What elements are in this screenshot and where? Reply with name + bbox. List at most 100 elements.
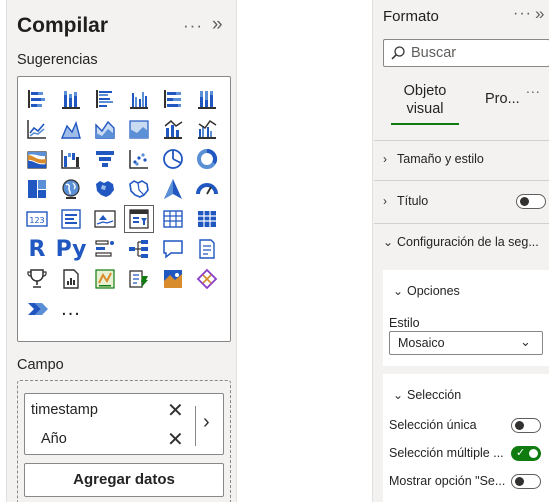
stacked-bar-chart-icon[interactable] [22, 85, 52, 113]
line-and-clustered-column-chart-icon[interactable] [192, 115, 222, 143]
chevron-down-icon: ⌄ [383, 235, 394, 249]
selection-header[interactable]: ⌄ Selección [393, 388, 461, 402]
multi-selection-label: Selección múltiple ... [389, 446, 504, 460]
double-chevron-right-icon[interactable]: » [535, 4, 544, 24]
section-title[interactable]: › Título [383, 194, 428, 208]
paginated-report-icon[interactable] [56, 265, 86, 293]
tabs-more-icon[interactable]: ... [526, 80, 541, 96]
smart-narrative-icon[interactable] [192, 235, 222, 263]
style-label: Estilo [389, 316, 420, 330]
qa-icon[interactable] [158, 235, 188, 263]
section-slicer-settings-label: Configuración de la seg... [397, 235, 539, 249]
double-chevron-right-icon[interactable]: » [212, 14, 223, 36]
chevron-right-icon: › [383, 194, 387, 208]
show-select-all-toggle[interactable] [511, 474, 541, 489]
chevron-right-icon[interactable]: › [203, 411, 210, 434]
diamond-icon[interactable] [192, 265, 222, 293]
slicer-icon[interactable] [124, 205, 154, 233]
tab-properties[interactable]: Pro... [485, 91, 520, 107]
suggestions-label: Sugerencias [17, 52, 98, 68]
100-stacked-column-chart-icon[interactable] [192, 85, 222, 113]
area-chart-icon[interactable] [56, 115, 86, 143]
add-data-button[interactable]: Agregar datos [24, 463, 224, 497]
100-stacked-area-chart-icon[interactable] [124, 115, 154, 143]
filled-map-icon[interactable] [90, 175, 120, 203]
field-item-year[interactable]: Año ✕ [25, 425, 195, 453]
section-slicer-settings[interactable]: ⌄ Configuración de la seg... [383, 235, 539, 249]
shape-map-icon[interactable] [124, 175, 154, 203]
field-well-label: Campo [17, 357, 64, 373]
chevron-down-icon: ⌄ [393, 284, 404, 298]
more-visuals-icon[interactable]: ... [56, 295, 86, 323]
waterfall-chart-icon[interactable] [56, 145, 86, 173]
style-dropdown[interactable]: Mosaico ⌄ [389, 331, 543, 355]
python-visual-icon[interactable]: Py [56, 235, 87, 263]
section-size-style[interactable]: › Tamaño y estilo [383, 152, 484, 166]
divider [374, 180, 549, 181]
azure-map-icon[interactable] [158, 175, 188, 203]
field-name: Año [41, 431, 67, 447]
options-header[interactable]: ⌄ Opciones [393, 284, 460, 298]
table-icon[interactable] [158, 205, 188, 233]
field-name: timestamp [31, 402, 98, 418]
clustered-bar-chart-icon[interactable] [90, 85, 120, 113]
single-selection-toggle[interactable] [511, 418, 541, 433]
key-influencers-icon[interactable] [90, 235, 120, 263]
ellipsis-icon[interactable]: ··· [513, 5, 532, 23]
toggle-knob [520, 197, 529, 206]
card-icon[interactable]: 123 [22, 205, 52, 233]
options-title: Opciones [407, 284, 460, 298]
divider [374, 140, 549, 141]
options-card: ⌄ Opciones Estilo Mosaico ⌄ [383, 270, 549, 366]
multi-selection-toggle[interactable]: ✓ [511, 446, 541, 461]
line-chart-icon[interactable] [22, 115, 52, 143]
chevron-down-icon: ⌄ [393, 388, 404, 402]
stacked-column-chart-icon[interactable] [56, 85, 86, 113]
style-dropdown-value: Mosaico [398, 336, 445, 350]
search-icon [391, 46, 405, 60]
line-and-stacked-column-chart-icon[interactable] [158, 115, 188, 143]
power-automate-icon[interactable] [124, 265, 154, 293]
field-item-timestamp[interactable]: timestamp ✕ [25, 396, 195, 424]
100-stacked-bar-chart-icon[interactable] [158, 85, 188, 113]
tab-visual-label-line1: Objeto [403, 83, 447, 99]
toggle-knob [529, 449, 538, 458]
ribbon-chart-icon[interactable] [22, 145, 52, 173]
active-tab-indicator [391, 123, 459, 125]
tab-visual[interactable]: Objeto visual [391, 82, 459, 118]
donut-chart-icon[interactable] [192, 145, 222, 173]
chevron-down-icon: ⌄ [520, 334, 531, 349]
arcgis-icon[interactable] [158, 265, 188, 293]
format-pane: Formato ··· » Buscar Objeto visual Pro..… [372, 0, 549, 502]
selection-card: ⌄ Selección Selección única Selección múl… [383, 374, 549, 502]
section-size-style-label: Tamaño y estilo [397, 152, 484, 166]
treemap-icon[interactable] [22, 175, 52, 203]
multi-row-card-icon[interactable] [56, 205, 86, 233]
pie-chart-icon[interactable] [158, 145, 188, 173]
title-toggle[interactable] [516, 194, 546, 209]
field-group[interactable]: timestamp ✕ Año ✕ › [24, 393, 224, 455]
clustered-column-chart-icon[interactable] [124, 85, 154, 113]
r-visual-icon[interactable]: R [22, 235, 52, 263]
funnel-chart-icon[interactable] [90, 145, 120, 173]
search-input[interactable]: Buscar [383, 39, 549, 67]
gauge-icon[interactable] [192, 175, 222, 203]
map-icon[interactable] [56, 175, 86, 203]
r-visual-label: R [28, 236, 46, 262]
decomposition-tree-icon[interactable] [124, 235, 154, 263]
show-select-all-label: Mostrar opción "Se... [389, 474, 506, 488]
close-icon[interactable]: ✕ [167, 427, 184, 452]
tab-visual-label-line2: visual [406, 101, 444, 117]
power-automate-flow-icon[interactable] [22, 295, 52, 323]
scatter-chart-icon[interactable] [124, 145, 154, 173]
build-pane-title: Compilar [17, 14, 109, 37]
field-well[interactable]: timestamp ✕ Año ✕ › Agregar datos [17, 380, 231, 502]
power-apps-icon[interactable] [90, 265, 120, 293]
matrix-icon[interactable] [192, 205, 222, 233]
format-pane-title: Formato [383, 8, 439, 25]
metrics-icon[interactable] [22, 265, 52, 293]
kpi-icon[interactable] [90, 205, 120, 233]
stacked-area-chart-icon[interactable] [90, 115, 120, 143]
ellipsis-icon[interactable]: ··· [183, 16, 203, 36]
close-icon[interactable]: ✕ [167, 398, 184, 423]
